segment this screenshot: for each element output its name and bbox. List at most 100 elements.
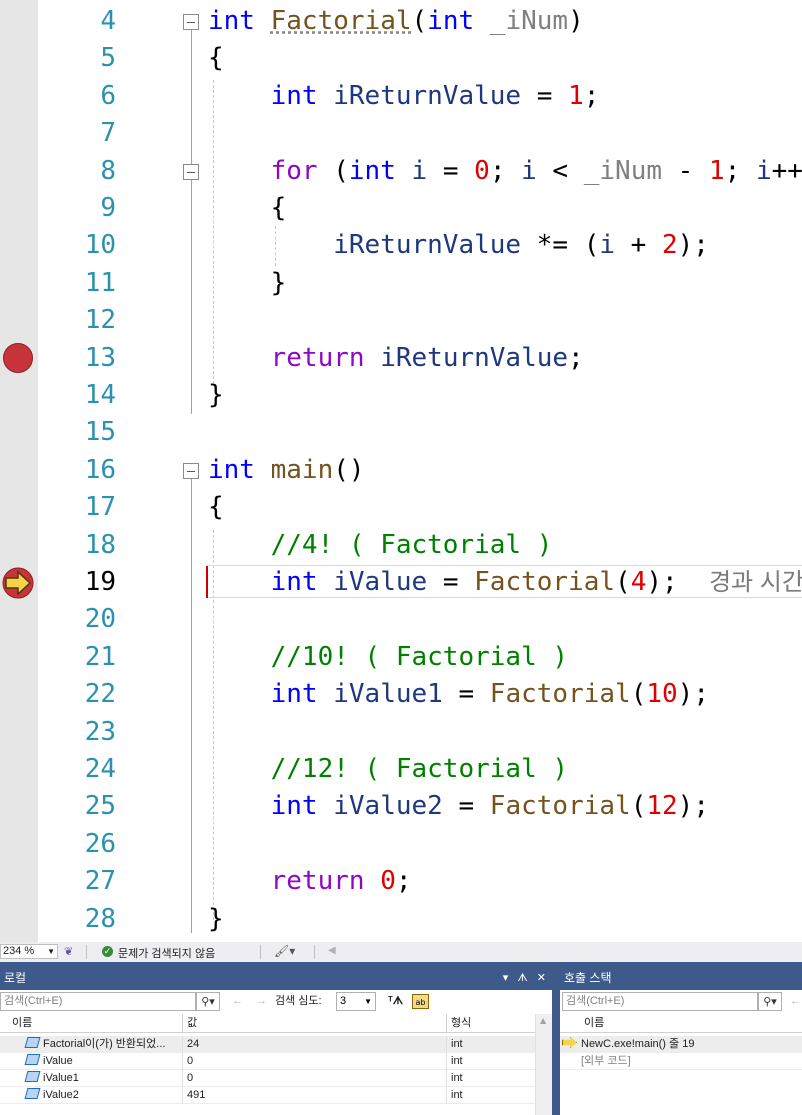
hex-display-icon[interactable]: ab <box>412 994 429 1009</box>
collapse-icon[interactable] <box>183 14 199 30</box>
code-line[interactable]: 6 int iReturnValue = 1; <box>0 78 802 115</box>
vertical-scrollbar[interactable]: ▲ <box>535 1014 552 1115</box>
code-line[interactable]: 21 //10! ( Factorial ) <box>0 639 802 676</box>
panel-splitter[interactable] <box>552 966 560 1115</box>
code-line[interactable]: 10 iReturnValue *= (i + 2); <box>0 227 802 264</box>
line-number: 11 <box>84 267 116 298</box>
code-line[interactable]: 26 <box>0 826 802 863</box>
line-number: 7 <box>100 118 116 149</box>
frame-name: [외부 코드] <box>581 1055 631 1067</box>
code-line[interactable]: 7 <box>0 115 802 152</box>
search-icon[interactable]: ⚲▾ <box>758 992 782 1011</box>
line-number: 13 <box>84 342 116 373</box>
variable-value[interactable]: 24 <box>183 1036 447 1053</box>
code-text: return 0; <box>270 866 412 897</box>
table-row[interactable]: iValue2 491 int <box>0 1087 536 1104</box>
variable-value[interactable]: 0 <box>183 1070 447 1087</box>
code-line[interactable]: 5 { <box>0 40 802 77</box>
zoom-value: 234 % <box>3 945 35 957</box>
code-line-current[interactable]: 19 int iValue = Factorial(4); 경과 시간 <box>0 564 802 601</box>
column-type[interactable]: 형식 <box>447 1014 536 1032</box>
code-line[interactable]: 4 int Factorial(int _iNum) <box>0 3 802 40</box>
check-icon: ✓ <box>102 946 113 957</box>
locals-search-input[interactable]: 검색(Ctrl+E) <box>0 992 196 1011</box>
code-text: return iReturnValue; <box>270 342 584 373</box>
copilot-icon[interactable]: ❦ <box>64 945 73 958</box>
code-text: int iValue2 = Factorial(12); <box>270 791 709 822</box>
code-line[interactable]: 15 <box>0 414 802 451</box>
variable-name: iValue1 <box>43 1072 79 1084</box>
column-name[interactable]: 이름 <box>560 1014 802 1032</box>
variable-value[interactable]: 491 <box>183 1087 447 1104</box>
code-text: { <box>208 492 224 523</box>
code-line[interactable]: 28 } <box>0 901 802 938</box>
scroll-up-icon[interactable]: ▲ <box>540 1016 546 1025</box>
call-stack-frame[interactable]: NewC.exe!main() 줄 19 <box>560 1036 802 1053</box>
line-number: 5 <box>100 43 116 74</box>
line-number: 8 <box>100 155 116 186</box>
call-stack-window[interactable]: 호출 스택 검색(Ctrl+E) ⚲▾ ← 이름 NewC.exe!main()… <box>560 966 802 1115</box>
call-stack-title: 호출 스택 <box>564 971 612 985</box>
code-line[interactable]: 18 //4! ( Factorial ) <box>0 527 802 564</box>
code-line[interactable]: 23 <box>0 714 802 751</box>
call-stack-title-bar[interactable]: 호출 스택 <box>560 966 802 990</box>
code-text: } <box>270 267 287 298</box>
code-line[interactable]: 14 } <box>0 377 802 414</box>
table-row[interactable]: iValue 0 int <box>0 1053 536 1070</box>
close-icon[interactable]: ✕ <box>537 972 546 984</box>
chevron-down-icon: ▼ <box>47 947 55 956</box>
line-number: 6 <box>100 80 116 111</box>
issues-status[interactable]: 문제가 검색되지 않음 <box>118 945 215 961</box>
code-line[interactable]: 25 int iValue2 = Factorial(12); <box>0 788 802 825</box>
back-arrow-icon[interactable]: ← <box>790 992 801 1011</box>
variable-value[interactable]: 0 <box>183 1053 447 1070</box>
back-arrow-icon[interactable]: ← <box>232 992 243 1011</box>
code-line[interactable]: 13 return iReturnValue; <box>0 340 802 377</box>
pin-column-icon[interactable]: ᵀᗑ <box>388 992 403 1011</box>
table-row[interactable]: Factorial이(가) 반환되었... 24 int <box>0 1036 536 1053</box>
variable-icon <box>24 1071 41 1082</box>
call-stack-frame[interactable]: [외부 코드] <box>560 1053 802 1070</box>
code-line[interactable]: 8 for (int i = 0; i < _iNum - 1; i++) <box>0 153 802 190</box>
code-editor[interactable]: 4 int Factorial(int _iNum) 5 { 6 int iRe… <box>0 0 802 942</box>
code-line[interactable]: 20 <box>0 601 802 638</box>
code-text: int iReturnValue = 1; <box>270 80 600 111</box>
divider <box>314 945 315 959</box>
variable-type: int <box>447 1070 536 1087</box>
line-number: 27 <box>84 866 116 897</box>
line-number: 14 <box>84 380 116 410</box>
elapsed-time-hint: 경과 시간 <box>708 569 802 596</box>
call-stack-search-input[interactable]: 검색(Ctrl+E) <box>562 992 758 1011</box>
locals-title-bar[interactable]: 로컬 ▾ ᗑ ✕ <box>0 966 552 990</box>
breakpoint-icon[interactable] <box>3 342 33 373</box>
column-value[interactable]: 값 <box>183 1014 447 1032</box>
pin-icon[interactable]: ᗑ <box>517 972 527 984</box>
code-line[interactable]: 9 { <box>0 190 802 227</box>
code-line[interactable]: 27 return 0; <box>0 863 802 900</box>
search-depth-select[interactable]: 3 ▼ <box>336 992 376 1011</box>
code-line[interactable]: 12 <box>0 302 802 339</box>
code-line[interactable]: 16 int main() <box>0 452 802 489</box>
code-text: //4! ( Factorial ) <box>270 529 553 560</box>
variable-type: int <box>447 1087 536 1104</box>
dropdown-icon[interactable]: ▾ <box>503 972 509 984</box>
search-depth-label: 검색 심도: <box>275 995 322 1007</box>
code-line[interactable]: 17 { <box>0 489 802 526</box>
scroll-left-icon[interactable]: ◀ <box>328 945 336 956</box>
current-frame-arrow-icon <box>562 1037 577 1048</box>
forward-arrow-icon[interactable]: → <box>256 992 267 1011</box>
locals-window[interactable]: 로컬 ▾ ᗑ ✕ 검색(Ctrl+E) ⚲▾ ← → 검색 심도: 3 ▼ ᵀᗑ … <box>0 966 552 1115</box>
cleanup-brush-icon[interactable]: 🖌▾ <box>274 944 295 958</box>
search-icon[interactable]: ⚲▾ <box>196 992 220 1011</box>
line-number: 24 <box>84 754 116 784</box>
code-line[interactable]: 22 int iValue1 = Factorial(10); <box>0 676 802 713</box>
collapse-icon[interactable] <box>183 163 199 180</box>
zoom-select[interactable]: 234 % ▼ <box>0 944 58 959</box>
call-stack-column-header: 이름 <box>560 1014 802 1033</box>
code-line[interactable]: 24 //12! ( Factorial ) <box>0 751 802 788</box>
code-text: int iValue1 = Factorial(10); <box>270 679 709 710</box>
table-row[interactable]: iValue1 0 int <box>0 1070 536 1087</box>
column-name[interactable]: 이름 <box>0 1014 183 1032</box>
collapse-icon[interactable] <box>183 462 199 479</box>
code-line[interactable]: 11 } <box>0 265 802 302</box>
